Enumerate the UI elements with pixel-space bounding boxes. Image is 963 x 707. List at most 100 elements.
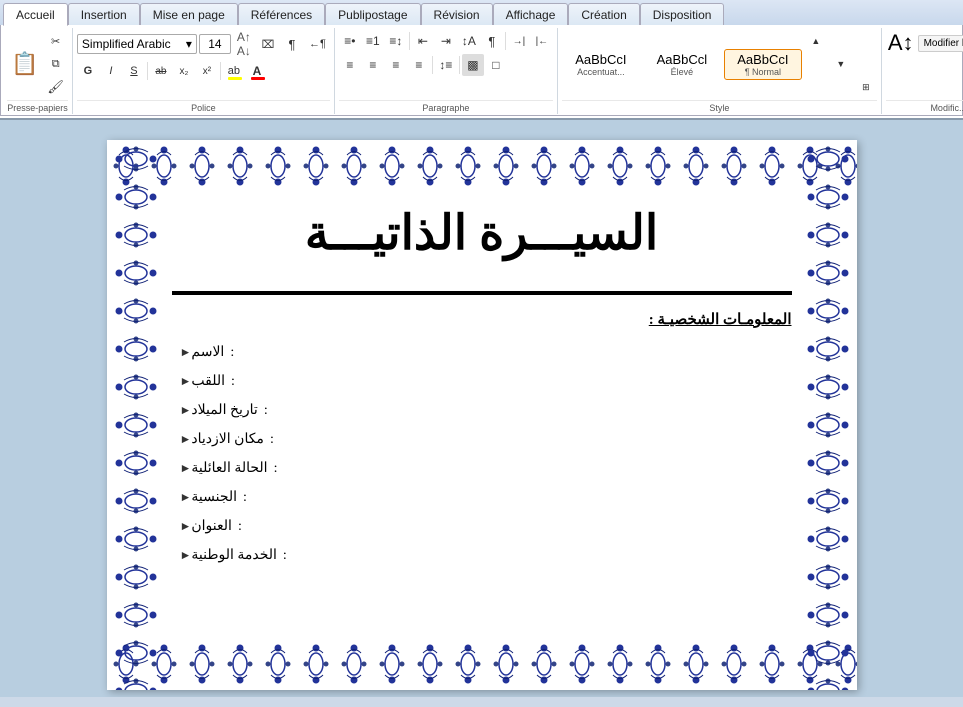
border-button[interactable]: □ xyxy=(485,54,507,76)
font-color-button[interactable]: A xyxy=(246,60,268,82)
police-tools: Simplified Arabic ▾ 14 A↑ A↓ ⌧ ¶ ←¶ xyxy=(77,28,330,100)
list-item-6: : الجنسية ► xyxy=(172,489,792,506)
style-normal-button[interactable]: AaBbCcI ¶ Normal xyxy=(724,49,802,80)
group-tools: 📋 ✂ ⧉ 🖌 xyxy=(7,28,68,100)
cut-button[interactable]: ✂ xyxy=(43,30,68,52)
tab-references[interactable]: Références xyxy=(238,3,325,25)
arrow-3: ► xyxy=(180,403,192,418)
separator2 xyxy=(220,62,221,80)
format-painter-button[interactable]: 🖌 xyxy=(43,76,68,98)
copy-button[interactable]: ⧉ xyxy=(43,53,68,75)
modifier-styles-button[interactable]: Modifier les styles xyxy=(918,35,963,52)
paste-button[interactable]: 📋 xyxy=(7,42,42,86)
group-label-style: Style xyxy=(562,100,877,114)
superscript-button[interactable]: x² xyxy=(196,60,218,82)
colon-8: : xyxy=(283,548,287,564)
style-scroll-down-button[interactable]: ▼ xyxy=(830,53,852,75)
colon-6: : xyxy=(243,490,247,506)
show-hide-button[interactable]: ¶ xyxy=(281,33,303,55)
tab-creation[interactable]: Création xyxy=(568,3,639,25)
group-police: Simplified Arabic ▾ 14 A↑ A↓ ⌧ ¶ ←¶ xyxy=(73,28,335,114)
bullet-list-button[interactable]: ≡• xyxy=(339,30,361,52)
field-label-5: الحالة العائلية xyxy=(191,460,267,477)
style-expand-button[interactable]: ⊞ xyxy=(855,76,877,98)
border-right xyxy=(799,140,857,690)
separator1 xyxy=(147,62,148,80)
line-spacing-button[interactable]: ↕≡ xyxy=(435,54,457,76)
group-modifier: A↕ Modifier les styles Modific... xyxy=(882,28,963,114)
align-left-button[interactable]: ≡ xyxy=(339,54,361,76)
arrow-7: ► xyxy=(180,519,192,534)
colon-3: : xyxy=(264,403,268,419)
list-item-1: : الاسم ► xyxy=(172,344,792,361)
border-top xyxy=(107,140,857,192)
tab-disposition[interactable]: Disposition xyxy=(640,3,725,25)
tab-insertion[interactable]: Insertion xyxy=(68,3,140,25)
arrow-2: ► xyxy=(180,374,192,389)
document-page: السيـــرة الذاتيـــة المعلومـات الشخصيـة… xyxy=(107,140,857,690)
group-label-presse-papiers: Presse-papiers xyxy=(7,100,68,114)
colon-4: : xyxy=(270,432,274,448)
align-center-button[interactable]: ≡ xyxy=(362,54,384,76)
separator4 xyxy=(505,32,506,50)
strikethrough-button[interactable]: ab xyxy=(150,60,172,82)
tab-accueil[interactable]: Accueil xyxy=(3,3,68,26)
rtl-para-button[interactable]: |← xyxy=(531,30,553,52)
modifier-tools: A↕ Modifier les styles xyxy=(886,28,963,100)
clear-format-button[interactable]: ⌧ xyxy=(257,33,279,55)
ribbon: Accueil Insertion Mise en page Référence… xyxy=(0,0,963,116)
style-scroll-up-button[interactable]: ▲ xyxy=(805,30,827,52)
underline-button[interactable]: S xyxy=(123,60,145,82)
font-name-select[interactable]: Simplified Arabic ▾ xyxy=(77,34,197,54)
font-name-label: Simplified Arabic xyxy=(82,37,171,51)
group-label-police: Police xyxy=(77,100,330,114)
style-accentuat-button[interactable]: AaBbCcI Accentuat... xyxy=(562,49,640,80)
multilevel-list-button[interactable]: ≡↕ xyxy=(385,30,407,52)
font-grow-button[interactable]: A↑ xyxy=(233,30,255,44)
colon-1: : xyxy=(230,345,234,361)
separator5 xyxy=(432,56,433,74)
list-item-2: : اللقب ► xyxy=(172,373,792,390)
tab-bar: Accueil Insertion Mise en page Référence… xyxy=(0,0,963,25)
group-label-modifier: Modific... xyxy=(886,100,963,114)
style-tools: AaBbCcI Accentuat... AaBbCcl Élevé AaBbC… xyxy=(562,28,877,100)
style-eleve-button[interactable]: AaBbCcl Élevé xyxy=(643,49,721,80)
style-accentuat-sample: AaBbCcI xyxy=(569,52,633,67)
align-right-button[interactable]: ≡ xyxy=(385,54,407,76)
field-label-2: اللقب xyxy=(191,373,225,390)
tab-revision[interactable]: Révision xyxy=(421,3,493,25)
pilcrow-button[interactable]: ¶ xyxy=(481,30,503,52)
justify-button[interactable]: ≡ xyxy=(408,54,430,76)
modifier-styles-label: Modifier les styles xyxy=(924,38,963,49)
tab-publipostage[interactable]: Publipostage xyxy=(325,3,420,25)
style-normal-label: ¶ Normal xyxy=(731,67,795,77)
separator3 xyxy=(409,32,410,50)
ltr-para-button[interactable]: →| xyxy=(508,30,530,52)
colon-7: : xyxy=(238,519,242,535)
list-item-8: : الخدمة الوطنية ► xyxy=(172,547,792,564)
decrease-indent-button[interactable]: ⇤ xyxy=(412,30,434,52)
subscript-button[interactable]: x₂ xyxy=(173,60,195,82)
style-accentuat-label: Accentuat... xyxy=(569,67,633,77)
field-label-1: الاسم xyxy=(191,344,224,361)
document-title: السيـــرة الذاتيـــة xyxy=(172,195,792,271)
tab-affichage[interactable]: Affichage xyxy=(493,3,569,25)
numbered-list-button[interactable]: ≡1 xyxy=(362,30,384,52)
highlight-text: ab xyxy=(228,65,240,77)
border-bottom xyxy=(107,638,857,690)
arrow-6: ► xyxy=(180,490,192,505)
border-left xyxy=(107,140,165,690)
sort-button[interactable]: ↕A xyxy=(458,30,480,52)
font-size-select[interactable]: 14 xyxy=(199,34,231,54)
italic-button[interactable]: I xyxy=(100,60,122,82)
dropdown-arrow-icon: ▾ xyxy=(186,37,192,51)
highlight-color-button[interactable]: ab xyxy=(223,60,245,82)
bold-button[interactable]: G xyxy=(77,60,99,82)
rtl-button[interactable]: ←¶ xyxy=(305,33,330,55)
tab-mise-en-page[interactable]: Mise en page xyxy=(140,3,238,25)
font-shrink-button[interactable]: A↓ xyxy=(233,44,255,58)
separator6 xyxy=(459,56,460,74)
shading-button[interactable]: ▩ xyxy=(462,54,484,76)
increase-indent-button[interactable]: ⇥ xyxy=(435,30,457,52)
list-item-4: : مكان الازدياد ► xyxy=(172,431,792,448)
